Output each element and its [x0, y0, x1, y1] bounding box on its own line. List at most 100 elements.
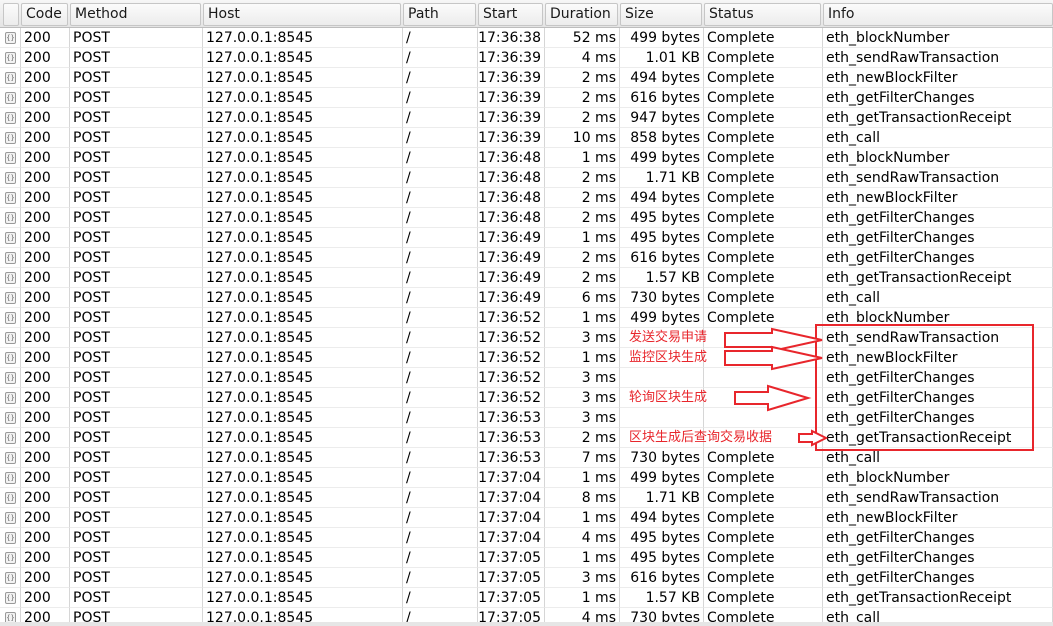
table-row[interactable]: {} 200 POST 127.0.0.1:8545/17:36:39 10 ms 858…	[0, 128, 1053, 148]
cell-size: 494 bytes	[620, 508, 704, 528]
col-header-duration[interactable]: Duration	[545, 3, 618, 26]
cell-method: POST	[70, 548, 203, 568]
table-row[interactable]: {} 200 POST 127.0.0.1:8545/17:36:53 3 ms eth_…	[0, 408, 1053, 428]
cell-start: 17:36:49	[478, 288, 545, 308]
table-row[interactable]: {} 200 POST 127.0.0.1:8545/17:37:05 3 ms 616 …	[0, 568, 1053, 588]
table-row[interactable]: {} 200 POST 127.0.0.1:8545/17:37:04 1 ms 499 …	[0, 468, 1053, 488]
col-header-status[interactable]: Status	[704, 3, 821, 26]
cell-start: 17:37:04	[478, 528, 545, 548]
row-icon-cell: {}	[0, 548, 21, 568]
cell-info: eth_getFilterChanges	[823, 408, 1053, 428]
cell-size: 730 bytes	[620, 288, 704, 308]
table-row[interactable]: {} 200 POST 127.0.0.1:8545/17:36:52 1 ms 499 …	[0, 308, 1053, 328]
table-row[interactable]: {} 200 POST 127.0.0.1:8545/17:36:49 1 ms 495 …	[0, 228, 1053, 248]
table-header: Code Method Host Path Start Duration Siz…	[0, 0, 1053, 28]
table-row[interactable]: {} 200 POST 127.0.0.1:8545/17:36:39 2 ms 947 …	[0, 108, 1053, 128]
col-header-host[interactable]: Host	[203, 3, 401, 26]
table-row[interactable]: {} 200 POST 127.0.0.1:8545/17:36:52 3 ms eth_…	[0, 388, 1053, 408]
cell-start: 17:36:48	[478, 208, 545, 228]
col-header-path[interactable]: Path	[403, 3, 476, 26]
cell-method: POST	[70, 108, 203, 128]
row-icon-cell: {}	[0, 388, 21, 408]
json-file-icon: {}	[5, 412, 16, 424]
row-icon-cell: {}	[0, 308, 21, 328]
json-file-icon: {}	[5, 252, 16, 264]
cell-code: 200	[21, 48, 70, 68]
row-icon-cell: {}	[0, 408, 21, 428]
cell-start: 17:36:53	[478, 428, 545, 448]
cell-host: 127.0.0.1:8545	[203, 108, 403, 128]
cell-host: 127.0.0.1:8545	[203, 168, 403, 188]
cell-size: 947 bytes	[620, 108, 704, 128]
cell-code: 200	[21, 428, 70, 448]
cell-path: /	[403, 548, 478, 568]
cell-size: 499 bytes	[620, 28, 704, 48]
table-row[interactable]: {} 200 POST 127.0.0.1:8545/17:36:39 2 ms 494 …	[0, 68, 1053, 88]
col-header-info[interactable]: Info	[823, 3, 1053, 26]
horizontal-scrollbar[interactable]	[0, 622, 1053, 626]
col-header-code[interactable]: Code	[21, 3, 68, 26]
table-row[interactable]: {} 200 POST 127.0.0.1:8545/17:36:53 2 ms eth_…	[0, 428, 1053, 448]
cell-path: /	[403, 68, 478, 88]
row-icon-cell: {}	[0, 428, 21, 448]
cell-code: 200	[21, 288, 70, 308]
cell-method: POST	[70, 288, 203, 308]
cell-status: Complete	[704, 588, 823, 608]
cell-start: 17:36:53	[478, 408, 545, 428]
table-row[interactable]: {} 200 POST 127.0.0.1:8545/17:36:38 52 ms 499…	[0, 28, 1053, 48]
cell-status: Complete	[704, 168, 823, 188]
table-row[interactable]: {} 200 POST 127.0.0.1:8545/17:37:05 1 ms 1.57…	[0, 588, 1053, 608]
cell-info: eth_getFilterChanges	[823, 208, 1053, 228]
cell-host: 127.0.0.1:8545	[203, 308, 403, 328]
table-row[interactable]: {} 200 POST 127.0.0.1:8545/17:36:49 6 ms 730 …	[0, 288, 1053, 308]
col-header-size[interactable]: Size	[620, 3, 702, 26]
cell-path: /	[403, 168, 478, 188]
table-row[interactable]: {} 200 POST 127.0.0.1:8545/17:36:39 4 ms 1.01…	[0, 48, 1053, 68]
table-row[interactable]: {} 200 POST 127.0.0.1:8545/17:37:04 4 ms 495 …	[0, 528, 1053, 548]
cell-status: Complete	[704, 108, 823, 128]
json-file-icon: {}	[5, 72, 16, 84]
row-icon-cell: {}	[0, 48, 21, 68]
table-row[interactable]: {} 200 POST 127.0.0.1:8545/17:36:52 1 ms eth_…	[0, 348, 1053, 368]
cell-path: /	[403, 188, 478, 208]
table-row[interactable]: {} 200 POST 127.0.0.1:8545/17:36:48 2 ms 495 …	[0, 208, 1053, 228]
table-row[interactable]: {} 200 POST 127.0.0.1:8545/17:36:49 2 ms 616 …	[0, 248, 1053, 268]
row-icon-cell: {}	[0, 28, 21, 48]
cell-path: /	[403, 528, 478, 548]
table-row[interactable]: {} 200 POST 127.0.0.1:8545/17:36:39 2 ms 616 …	[0, 88, 1053, 108]
table-row[interactable]: {} 200 POST 127.0.0.1:8545/17:36:52 3 ms eth_…	[0, 368, 1053, 388]
table-row[interactable]: {} 200 POST 127.0.0.1:8545/17:36:48 1 ms 499 …	[0, 148, 1053, 168]
cell-method: POST	[70, 348, 203, 368]
table-row[interactable]: {} 200 POST 127.0.0.1:8545/17:36:49 2 ms 1.57…	[0, 268, 1053, 288]
cell-start: 17:37:05	[478, 568, 545, 588]
col-header-start[interactable]: Start	[478, 3, 543, 26]
col-header-icon[interactable]	[3, 3, 19, 26]
cell-duration: 3 ms	[545, 328, 620, 348]
row-icon-cell: {}	[0, 448, 21, 468]
json-file-icon: {}	[5, 332, 16, 344]
cell-code: 200	[21, 108, 70, 128]
table-row[interactable]: {} 200 POST 127.0.0.1:8545/17:36:48 2 ms 1.71…	[0, 168, 1053, 188]
cell-path: /	[403, 568, 478, 588]
table-row[interactable]: {} 200 POST 127.0.0.1:8545/17:37:05 1 ms 495 …	[0, 548, 1053, 568]
cell-info: eth_call	[823, 288, 1053, 308]
cell-status: Complete	[704, 508, 823, 528]
table-row[interactable]: {} 200 POST 127.0.0.1:8545/17:36:53 7 ms 730 …	[0, 448, 1053, 468]
table-row[interactable]: {} 200 POST 127.0.0.1:8545/17:37:04 8 ms 1.71…	[0, 488, 1053, 508]
table-row[interactable]: {} 200 POST 127.0.0.1:8545/17:36:52 3 ms eth_…	[0, 328, 1053, 348]
json-file-icon: {}	[5, 172, 16, 184]
row-icon-cell: {}	[0, 588, 21, 608]
row-icon-cell: {}	[0, 568, 21, 588]
table-row[interactable]: {} 200 POST 127.0.0.1:8545/17:37:04 1 ms 494 …	[0, 508, 1053, 528]
cell-host: 127.0.0.1:8545	[203, 348, 403, 368]
annotation-poll-block: 轮询区块生成	[629, 390, 708, 405]
request-list: {} 200 POST 127.0.0.1:8545/17:36:38 52 ms 499…	[0, 28, 1053, 626]
cell-code: 200	[21, 168, 70, 188]
table-row[interactable]: {} 200 POST 127.0.0.1:8545/17:36:48 2 ms 494 …	[0, 188, 1053, 208]
cell-duration: 3 ms	[545, 568, 620, 588]
row-icon-cell: {}	[0, 148, 21, 168]
cell-start: 17:36:52	[478, 368, 545, 388]
cell-code: 200	[21, 448, 70, 468]
col-header-method[interactable]: Method	[70, 3, 201, 26]
cell-start: 17:36:39	[478, 48, 545, 68]
